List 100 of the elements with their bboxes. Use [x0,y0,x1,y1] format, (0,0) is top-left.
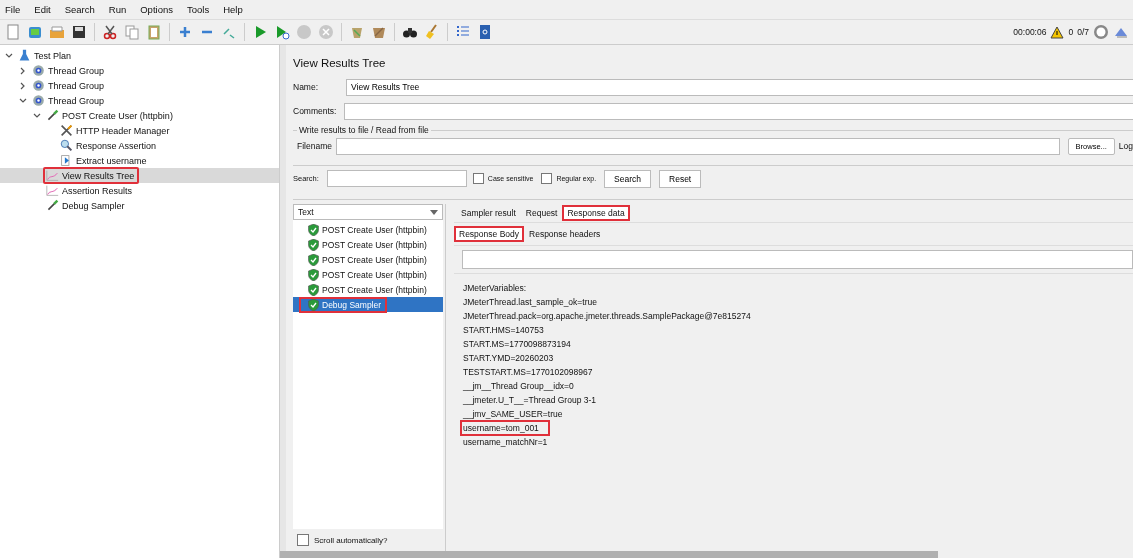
tree-label: Response Assertion [76,140,157,151]
tree-row[interactable]: Extract username [0,153,279,168]
response-line: START.HMS=140753 [462,324,545,337]
result-item[interactable]: POST Create User (httpbin) [293,267,443,282]
menu-item[interactable]: Search [63,3,96,16]
response-line: JMeterThread.pack=org.apache.jmeter.threads.SamplePackage@7e815274 [462,310,752,323]
stop-icon [296,24,312,40]
shutdown-icon [318,24,334,40]
shield-check-icon [308,253,319,266]
checkbox[interactable] [541,173,553,184]
shield-check-icon [308,268,319,281]
tree-row[interactable]: POST Create User (httpbin) [0,108,279,123]
pipette-icon [46,109,59,122]
response-line: JMeterVariables: [462,282,528,295]
templates-icon [27,24,43,40]
tab[interactable]: Request [520,205,563,221]
tree-row[interactable]: Test Plan [0,48,279,63]
result-item[interactable]: Debug Sampler [293,297,443,312]
tree-label: Thread Group [48,95,105,106]
menu-item[interactable]: Options [139,3,174,16]
flask-icon [18,49,31,62]
result-item[interactable]: POST Create User (httpbin) [293,237,443,252]
error-count: 0 [1068,27,1074,37]
open-icon [49,24,65,40]
dropdown-arrow-icon [430,209,438,215]
tree-row[interactable]: Thread Group [0,78,279,93]
response-line: __jm__Thread Group__idx=0 [462,380,575,393]
save-icon [71,24,87,40]
renderer-dropdown[interactable]: Text [293,204,443,220]
group-title: Write results to file / Read from file [298,125,430,135]
help-icon [477,24,493,40]
cut-button[interactable] [101,23,119,41]
result-label: POST Create User (httpbin) [322,284,427,295]
response-line: __jmeter.U_T__=Thread Group 3-1 [462,394,597,407]
result-item[interactable]: POST Create User (httpbin) [293,282,443,297]
tree-row[interactable]: Thread Group [0,63,279,78]
comments-label: Comments: [293,106,338,116]
menu-item[interactable]: Run [107,3,128,16]
warning-icon[interactable] [1050,25,1065,39]
filename-label: Filename [297,141,332,151]
result-label: POST Create User (httpbin) [322,269,427,280]
filename-field[interactable] [335,137,1060,155]
clear-all-icon [371,24,387,40]
dropdown-value: Text [298,207,314,217]
search-button[interactable]: Search [604,169,652,188]
tab[interactable]: Response headers [524,226,606,242]
menu-item[interactable]: Edit [33,3,52,16]
panel-title: View Results Tree [293,57,387,69]
response-line: START.MS=1770098873194 [462,338,572,351]
checkbox-label: Scroll automatically? [314,535,388,545]
checkbox[interactable] [472,173,484,184]
shield-check-icon [308,238,319,251]
shield-check-icon [308,298,319,311]
menu-item[interactable]: File [4,3,22,16]
elapsed-time: 00:00:06 [1013,27,1047,37]
menu-item[interactable]: Help [222,3,244,16]
tree-label: Assertion Results [62,185,133,196]
copy-icon [124,24,140,40]
pipette-icon [46,199,59,212]
result-item[interactable]: POST Create User (httpbin) [293,222,443,237]
response-line: username_matchNr=1 [462,436,549,449]
result-label: POST Create User (httpbin) [322,239,427,250]
chart-icon [46,169,59,182]
chart-icon [46,184,59,197]
gear-icon [32,64,45,77]
scrollbar[interactable] [280,551,938,558]
magnifier-icon [60,139,73,152]
tree-row[interactable]: Assertion Results [0,183,279,198]
tree-row[interactable]: Debug Sampler [0,198,279,213]
search-field[interactable] [326,170,467,187]
tree-row[interactable]: Thread Group [0,93,279,108]
checkbox[interactable] [297,534,309,546]
log-label: Log [1118,141,1133,151]
tab[interactable]: Sampler result [456,205,521,221]
tree-row[interactable]: Response Assertion [0,138,279,153]
shield-check-icon [308,283,319,296]
plus-icon [177,24,193,40]
result-label: POST Create User (httpbin) [322,224,427,235]
tree-row[interactable]: HTTP Header Manager [0,123,279,138]
tab[interactable]: Response Body [454,226,524,242]
new-file-icon [5,24,21,40]
save-button[interactable] [70,23,88,41]
response-search-field[interactable] [462,250,1133,269]
comments-field[interactable] [344,102,1133,120]
tab[interactable]: Response data [562,205,630,221]
reset-button[interactable]: Reset [659,169,702,188]
cut-icon [102,24,118,40]
tree-label: Debug Sampler [62,200,125,211]
new-file-button[interactable] [4,23,22,41]
tree-label: View Results Tree [62,170,135,181]
name-field[interactable]: View Results Tree [346,78,1133,96]
paste-button[interactable] [145,23,163,41]
tree-label: HTTP Header Manager [76,125,170,136]
gear-icon [32,79,45,92]
result-item[interactable]: POST Create User (httpbin) [293,252,443,267]
result-label: POST Create User (httpbin) [322,254,427,265]
tree-label: Test Plan [34,50,72,61]
gear-icon [32,94,45,107]
tree-row[interactable]: View Results Tree [0,168,279,183]
menu-item[interactable]: Tools [186,3,211,16]
